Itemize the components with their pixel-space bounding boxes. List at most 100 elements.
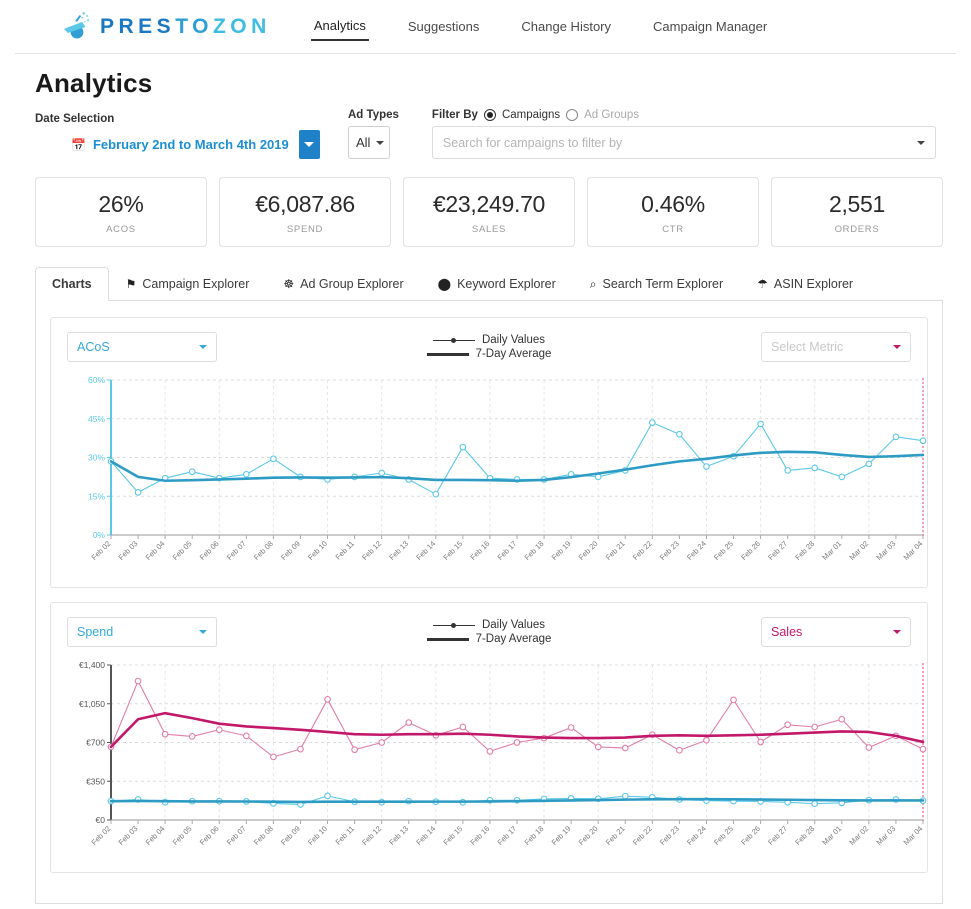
filter-bar: Date Selection 📅 February 2nd to March 4…	[0, 99, 971, 159]
svg-text:Feb 12: Feb 12	[360, 824, 383, 847]
svg-text:Feb 18: Feb 18	[523, 824, 546, 847]
legend-average-label: 7-Day Average	[475, 348, 552, 360]
svg-text:Feb 16: Feb 16	[468, 539, 491, 562]
chart2-right-metric-value: Sales	[771, 625, 803, 639]
tab-campaign-explorer[interactable]: ⚑ Campaign Explorer	[109, 267, 267, 301]
svg-text:Feb 18: Feb 18	[523, 539, 546, 562]
tab-ad-group-explorer[interactable]: ☸ Ad Group Explorer	[266, 267, 420, 301]
tab-search-term-explorer[interactable]: ⌕ Search Term Explorer	[573, 267, 740, 301]
campaign-search-placeholder: Search for campaigns to filter by	[442, 135, 623, 150]
chevron-down-icon	[199, 630, 207, 638]
ad-types-value: All	[356, 135, 371, 150]
tab-keyword-explorer[interactable]: ⬤ Keyword Explorer	[421, 267, 573, 301]
svg-text:Feb 02: Feb 02	[90, 824, 113, 847]
acos-line-chart: 0%15%30%45%60%Feb 02 Feb 03 Feb 04 Feb 05 Fe…	[88, 375, 927, 562]
legend-7day-average: 7-Day Average	[426, 348, 552, 360]
spend-sales-line-chart: €0 €350 €700 €1,050 €1,400 Feb 02 Feb 03 Feb 04…	[79, 660, 927, 847]
svg-text:Feb 09: Feb 09	[279, 824, 302, 847]
kpi-label: SPEND	[286, 224, 324, 235]
svg-text:Feb 15: Feb 15	[441, 824, 464, 847]
legend-average-label: 7-Day Average	[475, 633, 552, 645]
page-title: Analytics	[35, 68, 153, 98]
legend-line-average-icon	[426, 637, 469, 641]
svg-text:Feb 19: Feb 19	[550, 539, 573, 562]
svg-text:Feb 25: Feb 25	[712, 539, 735, 562]
calendar-icon: 📅	[71, 137, 86, 152]
svg-text:Feb 19: Feb 19	[550, 824, 573, 847]
chart2-body: €0 €350 €700 €1,050 €1,400 Feb 02 Feb 03 Feb 04…	[51, 657, 927, 872]
svg-text:Feb 08: Feb 08	[252, 824, 275, 847]
legend-daily-values: Daily Values	[432, 619, 545, 631]
chart1-right-metric-value: Select Metric	[771, 340, 844, 354]
svg-text:Feb 26: Feb 26	[739, 539, 762, 562]
nav-item-suggestions[interactable]: Suggestions	[405, 13, 483, 40]
filter-by-label: Filter By	[431, 109, 478, 121]
radio-campaigns[interactable]	[483, 109, 496, 121]
svg-text:Feb 02: Feb 02	[90, 539, 113, 562]
kpi-cards: 26% ACOS €6,087.86 SPEND €23,249.70 SALE…	[0, 159, 971, 247]
campaign-search-input[interactable]: Search for campaigns to filter by	[431, 126, 936, 159]
radio-ad-groups-label[interactable]: Ad Groups	[584, 109, 639, 121]
svg-text:0%: 0%	[93, 530, 106, 540]
brand-part-2: TO	[175, 14, 213, 38]
chart-card-spend-sales: Spend Daily Values 7-Day Average Sales €…	[50, 602, 928, 873]
radio-campaigns-label[interactable]: Campaigns	[502, 109, 560, 121]
svg-text:Feb 05: Feb 05	[171, 539, 194, 562]
chart2-legend: Daily Values 7-Day Average	[217, 619, 761, 645]
svg-text:Feb 04: Feb 04	[144, 824, 167, 847]
svg-text:Feb 24: Feb 24	[685, 824, 708, 847]
explorer-tabs: Charts ⚑ Campaign Explorer ☸ Ad Group Ex…	[35, 267, 943, 301]
radio-ad-groups[interactable]	[566, 109, 579, 121]
kpi-value: 2,551	[828, 191, 886, 217]
svg-text:Feb 23: Feb 23	[658, 539, 681, 562]
flag-icon: ⚑	[125, 277, 137, 291]
spray-bottle-icon	[64, 11, 90, 38]
svg-text:Mar 03: Mar 03	[874, 539, 897, 562]
ad-types-block: Ad Types All	[348, 109, 399, 159]
ad-types-select[interactable]: All	[348, 126, 390, 159]
chart1-body: 0% 15% 30% 45% 60% Feb 02 Feb 03 Feb 04 Feb 05 Fe…	[51, 372, 927, 587]
nav-item-analytics[interactable]: Analytics	[310, 12, 369, 41]
date-selection-block: Date Selection 📅 February 2nd to March 4…	[35, 113, 320, 159]
brand-name: PRESTOZON	[100, 15, 271, 39]
chart1-left-metric-value: ACoS	[77, 340, 110, 354]
chevron-down-icon	[376, 140, 384, 149]
svg-text:Feb 16: Feb 16	[468, 824, 491, 847]
date-range-dropdown-button[interactable]	[298, 130, 320, 159]
svg-text:Feb 17: Feb 17	[496, 824, 519, 847]
svg-text:€0: €0	[96, 815, 106, 825]
date-range-display[interactable]: 📅 February 2nd to March 4th 2019	[35, 130, 299, 159]
kpi-label: CTR	[662, 224, 684, 235]
chart2-left-metric-select[interactable]: Spend	[67, 617, 217, 647]
svg-text:Feb 21: Feb 21	[604, 824, 627, 847]
svg-text:Feb 27: Feb 27	[766, 539, 789, 562]
svg-text:Feb 12: Feb 12	[360, 539, 383, 562]
chart1-right-metric-select[interactable]: Select Metric	[761, 332, 911, 362]
legend-7day-average: 7-Day Average	[426, 633, 552, 645]
brand-logo[interactable]: PRESTOZON	[60, 10, 271, 44]
svg-text:Mar 04: Mar 04	[902, 824, 925, 847]
kpi-card-orders: 2,551 ORDERS	[771, 177, 943, 247]
svg-text:Feb 09: Feb 09	[279, 539, 302, 562]
chart2-right-metric-select[interactable]: Sales	[761, 617, 911, 647]
tab-charts[interactable]: Charts	[35, 267, 109, 301]
tab-asin-explorer[interactable]: ☂ ASIN Explorer	[740, 267, 870, 301]
svg-text:Feb 26: Feb 26	[739, 824, 762, 847]
chevron-down-icon	[893, 345, 901, 353]
chart2-left-metric-value: Spend	[77, 625, 114, 639]
svg-text:Feb 10: Feb 10	[306, 539, 329, 562]
kpi-value: €23,249.70	[432, 191, 546, 217]
filter-by-block: Filter By Campaigns Ad Groups Search for…	[431, 109, 936, 159]
nav-item-campaign-manager[interactable]: Campaign Manager	[650, 13, 770, 40]
kpi-label: SALES	[471, 224, 507, 235]
top-navigation-bar: PRESTOZON Analytics Suggestions Change H…	[15, 0, 956, 54]
svg-text:Feb 11: Feb 11	[334, 539, 356, 561]
svg-text:Feb 22: Feb 22	[631, 824, 654, 847]
chart1-left-metric-select[interactable]: ACoS	[67, 332, 217, 362]
chevron-down-icon	[893, 630, 901, 638]
nav-item-change-history[interactable]: Change History	[518, 13, 614, 40]
kpi-value: 26%	[98, 191, 144, 217]
kpi-card-ctr: 0.46% CTR	[587, 177, 759, 247]
legend-daily-label: Daily Values	[481, 334, 546, 346]
chevron-down-icon	[304, 141, 315, 152]
